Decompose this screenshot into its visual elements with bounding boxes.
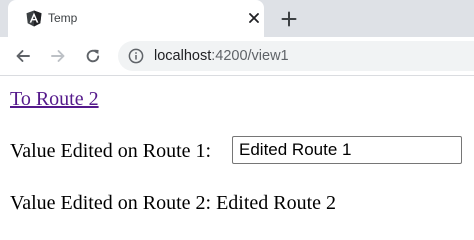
browser-toolbar: localhost:4200/view1 (0, 37, 474, 76)
url-host: localhost (154, 48, 212, 64)
angular-logo-icon (26, 10, 42, 27)
route1-value-input[interactable] (232, 136, 462, 164)
arrow-left-icon[interactable] (14, 47, 32, 65)
route2-label: Value Edited on Route 2: (10, 192, 212, 214)
page-content: To Route 2 Value Edited on Route 1: Valu… (0, 76, 474, 237)
reload-icon[interactable] (84, 47, 102, 65)
route2-value: Edited Route 2 (216, 192, 337, 214)
browser-tab[interactable]: Temp (8, 0, 264, 37)
info-circle-icon[interactable] (128, 48, 144, 64)
plus-icon[interactable] (280, 10, 298, 28)
url-text: localhost:4200/view1 (154, 48, 289, 64)
tab-strip: Temp (0, 0, 474, 37)
route1-row: Value Edited on Route 1: (10, 137, 211, 164)
tab-title: Temp (48, 11, 78, 25)
url-path: :4200/view1 (211, 48, 289, 64)
route2-row: Value Edited on Route 2: Edited Route 2 (10, 190, 336, 216)
address-bar[interactable]: localhost:4200/view1 (118, 41, 474, 71)
arrow-right-icon[interactable] (49, 47, 67, 65)
route-2-link[interactable]: To Route 2 (10, 88, 99, 110)
route1-label: Value Edited on Route 1: (10, 140, 212, 163)
browser-window: Temp localhost:4200/view1 To Route 2 Val… (0, 0, 474, 237)
close-icon[interactable] (247, 11, 261, 25)
